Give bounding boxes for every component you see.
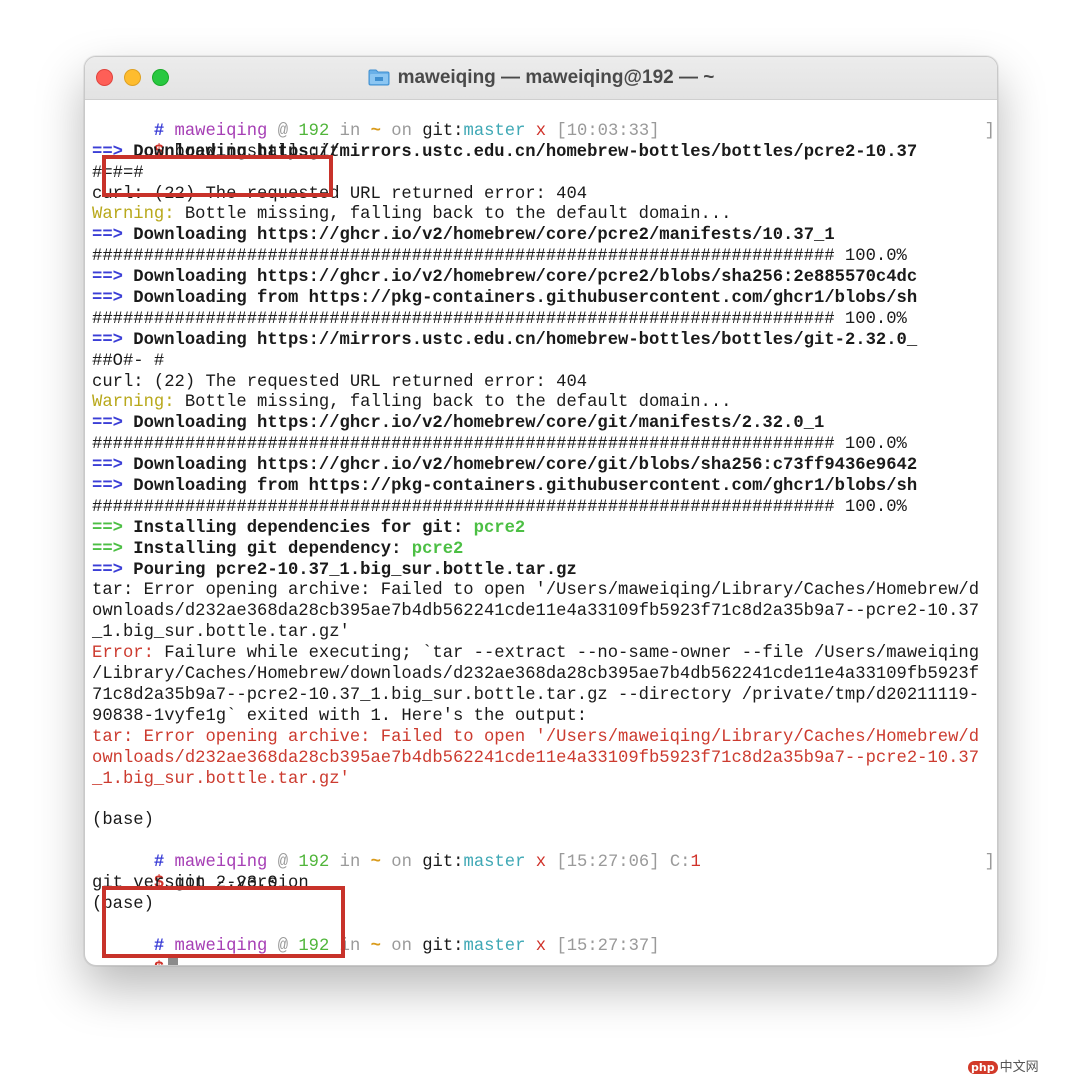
output-text: Failure while executing; `tar --extract … (153, 644, 980, 664)
output-line: ########################################… (92, 498, 997, 519)
output-line: ==> Pouring pcre2-10.37_1.big_sur.bottle… (92, 561, 997, 582)
output-text: Downloading https://ghcr.io/v2/homebrew/… (122, 226, 835, 246)
output-text: Downloading https://ghcr.io/v2/homebrew/… (122, 456, 918, 476)
output-text: ==> (92, 268, 123, 288)
output-text: tar: Error opening archive: Failed to op… (92, 581, 980, 601)
output-text: Error: (92, 644, 154, 664)
output-text: ==> (92, 560, 123, 580)
output-text: _1.big_sur.bottle.tar.gz' (92, 769, 350, 789)
output-text: 90838-1vyfe1g` exited with 1. Here's the… (92, 706, 588, 726)
output-line: ########################################… (92, 310, 997, 331)
output-text: /Library/Caches/Homebrew/downloads/d232a… (92, 665, 980, 685)
php-logo: php (968, 1061, 998, 1074)
output-text: tar: Error opening archive: Failed to op… (92, 727, 980, 747)
output-line: 90838-1vyfe1g` exited with 1. Here's the… (92, 707, 997, 728)
command-line: $ git --version] (92, 853, 997, 893)
output-text: Downloading https://ghcr.io/v2/homebrew/… (122, 268, 918, 288)
output-text: Pouring pcre2-10.37_1.big_sur.bottle.tar… (122, 560, 577, 580)
output-text: pcre2 (411, 539, 464, 559)
highlight-box-version (102, 886, 345, 958)
output-text: ==> (92, 289, 123, 309)
output-line: ownloads/d232ae368da28cb395ae7b4db562241… (92, 602, 997, 623)
text-cursor (168, 957, 179, 965)
highlight-box-install (102, 155, 333, 197)
output-line: /Library/Caches/Homebrew/downloads/d232a… (92, 665, 997, 686)
output-text: ==> (92, 518, 123, 538)
output-line: ########################################… (92, 247, 997, 268)
output-text: ==> (92, 477, 123, 497)
output-text: Warning: (92, 393, 175, 413)
output-text: Installing git dependency: (122, 539, 412, 559)
prompt-dollar: $ (154, 960, 164, 965)
window-title-text: maweiqing — maweiqing@192 — ~ (397, 67, 715, 88)
watermark-text: 中文网 (999, 1060, 1039, 1075)
output-line: Warning: Bottle missing, falling back to… (92, 205, 997, 226)
output-text: Downloading https://ghcr.io/v2/homebrew/… (122, 414, 825, 434)
output-text: ########################################… (92, 435, 907, 455)
output-text: Bottle missing, falling back to the defa… (174, 393, 732, 413)
output-text: Bottle missing, falling back to the defa… (174, 205, 732, 225)
output-text: ==> (92, 539, 123, 559)
output-text: ########################################… (92, 247, 907, 267)
output-text: ownloads/d232ae368da28cb395ae7b4db562241… (92, 602, 980, 622)
output-text: ########################################… (92, 497, 907, 517)
output-line: curl: (22) The requested URL returned er… (92, 373, 997, 394)
output-text: 71c8d2a35b9a7--pcre2-10.37_1.big_sur.bot… (92, 685, 980, 705)
window-title: maweiqing — maweiqing@192 — ~ (85, 67, 997, 89)
output-text: Downloading https://mirrors.ustc.edu.cn/… (122, 330, 918, 350)
output-block: ==> Downloading https://mirrors.ustc.edu… (92, 143, 997, 832)
output-line: ==> Downloading https://ghcr.io/v2/homeb… (92, 414, 997, 435)
output-line: _1.big_sur.bottle.tar.gz' (92, 770, 997, 791)
output-line: ==> Downloading https://mirrors.ustc.edu… (92, 331, 997, 352)
output-text: Downloading from https://pkg-containers.… (122, 477, 918, 497)
command-line: $ brew install git] (92, 121, 997, 162)
output-line: ==> Downloading https://ghcr.io/v2/homeb… (92, 456, 997, 477)
output-line: ==> Downloading from https://pkg-contain… (92, 477, 997, 498)
output-line: ==> Downloading https://ghcr.io/v2/homeb… (92, 226, 997, 247)
output-line: ##O#- # (92, 352, 997, 373)
output-line: tar: Error opening archive: Failed to op… (92, 728, 997, 749)
terminal-window: maweiqing — maweiqing@192 — ~ # maweiqin… (84, 56, 998, 966)
output-text: _1.big_sur.bottle.tar.gz' (92, 623, 350, 643)
output-line: ########################################… (92, 435, 997, 456)
output-text: Installing dependencies for git: (122, 518, 474, 538)
output-line: Error: Failure while executing; `tar --e… (92, 644, 997, 665)
output-text: ==> (92, 330, 123, 350)
output-text: ownloads/d232ae368da28cb395ae7b4db562241… (92, 748, 980, 768)
output-line: ==> Downloading from https://pkg-contain… (92, 289, 997, 310)
output-line: ==> Installing dependencies for git: pcr… (92, 519, 997, 540)
output-line: (base) (92, 811, 997, 832)
output-text: Downloading from https://pkg-containers.… (122, 289, 918, 309)
output-line: tar: Error opening archive: Failed to op… (92, 581, 997, 602)
output-text: ==> (92, 226, 123, 246)
output-line: 71c8d2a35b9a7--pcre2-10.37_1.big_sur.bot… (92, 686, 997, 707)
output-line: ==> Installing git dependency: pcre2 (92, 540, 997, 561)
right-bracket: ] (984, 853, 995, 873)
output-text: curl: (22) The requested URL returned er… (92, 372, 588, 392)
folder-icon (368, 69, 390, 86)
output-text: ##O#- # (92, 351, 165, 371)
output-line: ==> Downloading https://ghcr.io/v2/homeb… (92, 268, 997, 289)
title-bar[interactable]: maweiqing — maweiqing@192 — ~ (85, 57, 997, 100)
output-text: (base) (92, 811, 154, 831)
output-line: _1.big_sur.bottle.tar.gz' (92, 623, 997, 644)
output-text: ==> (92, 414, 123, 434)
right-bracket: ] (984, 121, 995, 141)
output-text: ########################################… (92, 309, 907, 329)
output-line: Warning: Bottle missing, falling back to… (92, 393, 997, 414)
output-text: ==> (92, 456, 123, 476)
output-text: Warning: (92, 205, 175, 225)
site-watermark: php 中文网 (968, 1056, 1039, 1075)
prompt-line: # maweiqing @ 192 in ~ on git:master x [… (92, 101, 997, 141)
prompt-line: # maweiqing @ 192 in ~ on git:master x [… (92, 832, 997, 872)
output-text: pcre2 (473, 518, 526, 538)
output-line: ownloads/d232ae368da28cb395ae7b4db562241… (92, 749, 997, 770)
terminal-content[interactable]: # maweiqing @ 192 in ~ on git:master x [… (92, 101, 997, 965)
